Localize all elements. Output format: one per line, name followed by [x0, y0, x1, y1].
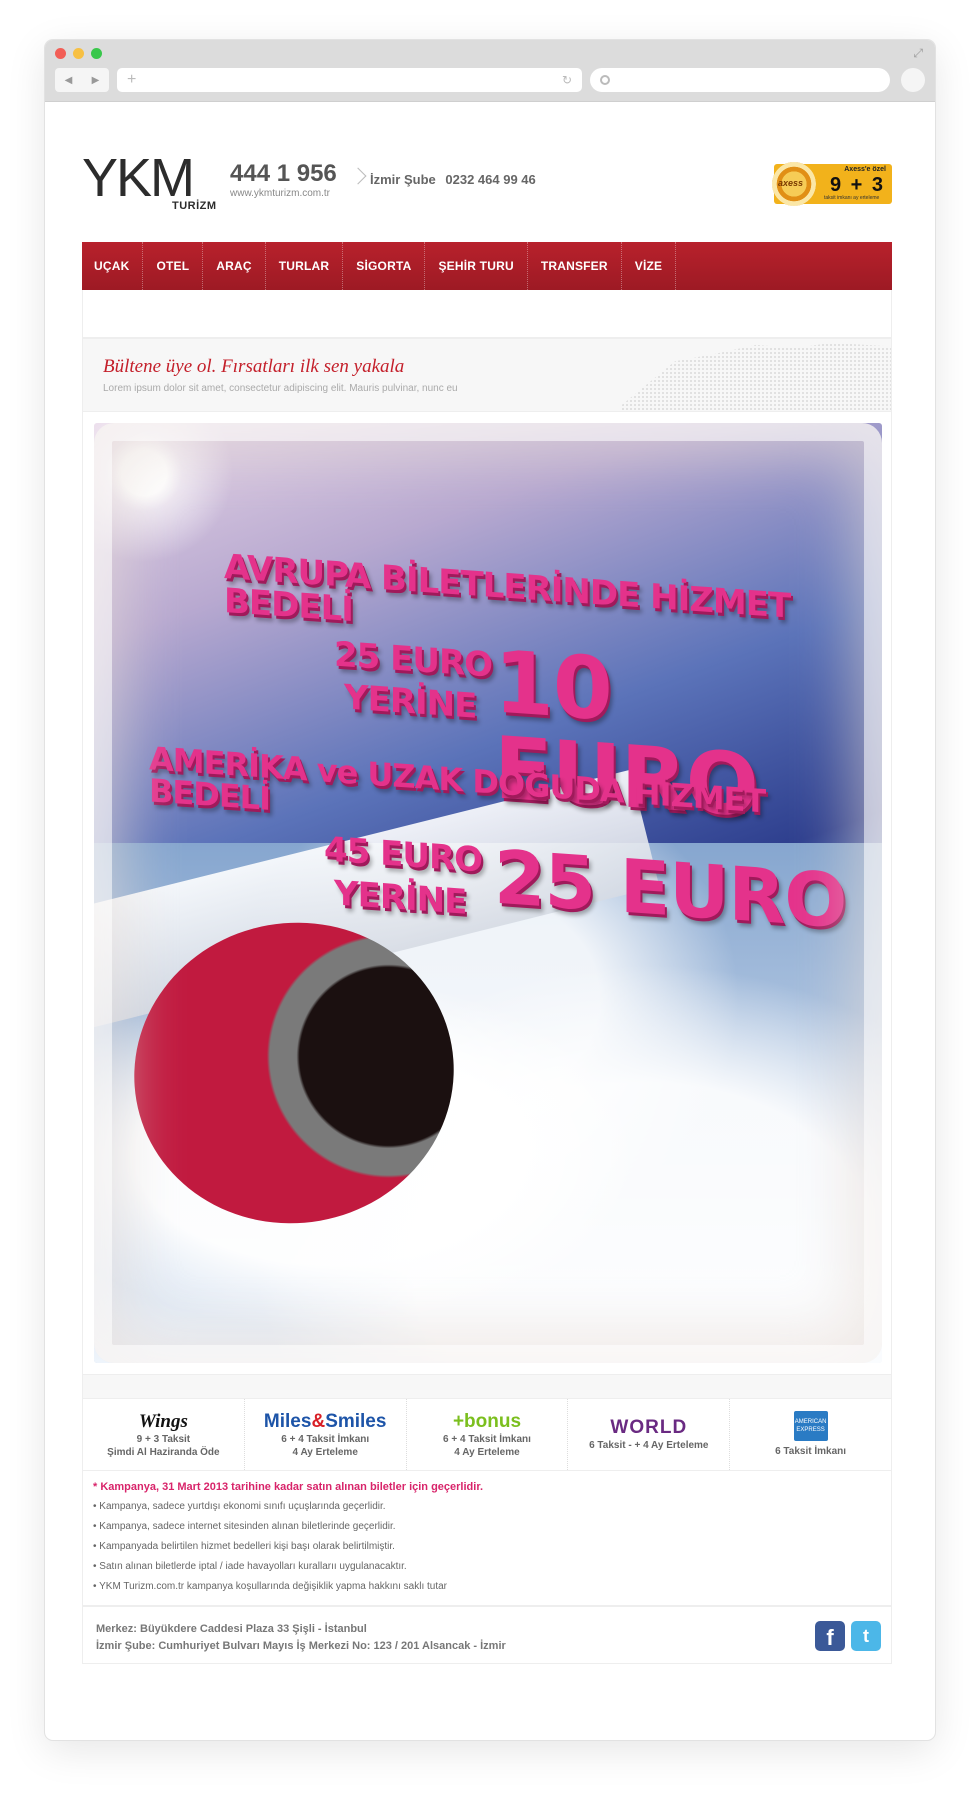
card-amex[interactable]: AMERICAN EXPRESS 6 Taksit İmkanı	[730, 1399, 891, 1470]
footer-address: Merkez: Büyükdere Caddesi Plaza 33 Şişli…	[96, 1621, 506, 1655]
address-bar[interactable]: + ↻	[117, 68, 582, 92]
nav-item-sehir-turu[interactable]: ŞEHİR TURU	[425, 242, 528, 290]
branch-label: İzmir Şube	[370, 172, 436, 187]
nav-item-turlar[interactable]: TURLAR	[266, 242, 344, 290]
facebook-icon[interactable]: f	[815, 1621, 845, 1651]
terms-lead: * Kampanya, 31 Mart 2013 tarihine kadar …	[93, 1481, 484, 1493]
footer: Merkez: Büyükdere Caddesi Plaza 33 Şişli…	[82, 1606, 892, 1664]
section-divider	[82, 1375, 892, 1399]
newsletter-banner[interactable]: Bültene üye ol. Fırsatları ilk sen yakal…	[82, 338, 892, 412]
world-logo: WORLD	[610, 1417, 688, 1438]
newsletter-title: Bültene üye ol. Fırsatları ilk sen yakal…	[103, 356, 405, 377]
empty-bar	[82, 290, 892, 338]
axess-logo-icon: axess	[772, 162, 816, 206]
maximize-window-button[interactable]	[91, 48, 102, 59]
logo-subtext: TURİZM	[172, 200, 217, 212]
card-offer-line: 4 Ay Erteleme	[292, 1446, 358, 1458]
card-offer-line: 9 + 3 Taksit	[136, 1433, 191, 1445]
amex-logo-icon: AMERICAN EXPRESS	[793, 1411, 828, 1441]
ykm-logo[interactable]: YKM TURİZM	[82, 148, 222, 212]
forward-arrow-icon[interactable]: ▶	[92, 75, 100, 86]
axess-brand: axess	[778, 178, 804, 188]
close-window-button[interactable]	[55, 48, 66, 59]
campaign-hero-image[interactable]: AVRUPA BİLETLERİNDE HİZMET BEDELİ 25 EUR…	[94, 423, 882, 1363]
reload-icon[interactable]: ↻	[562, 73, 572, 87]
address-hq: Merkez: Büyükdere Caddesi Plaza 33 Şişli…	[96, 1623, 367, 1635]
card-offers: Wings 9 + 3 Taksit Şimdi Al Haziranda Öd…	[82, 1399, 892, 1471]
terms-item: • YKM Turizm.com.tr kampanya koşullarınd…	[93, 1581, 448, 1592]
header: YKM TURİZM 444 1 956 www.ykmturizm.com.t…	[82, 102, 892, 242]
browser-window: ⤢ ◀ ▶ + ↻ YKM TURİZM 444 1 956 www.ykmtu…	[45, 40, 935, 1740]
world-map-decoration	[621, 342, 891, 411]
amp-text: &	[311, 1410, 326, 1432]
card-bonus[interactable]: +bonus 6 + 4 Taksit İmkanı 4 Ay Erteleme	[407, 1399, 569, 1470]
email-page: YKM TURİZM 444 1 956 www.ykmturizm.com.t…	[82, 102, 892, 1664]
card-offer-line: 6 Taksit İmkanı	[775, 1446, 847, 1457]
branch-info: İzmir Şube 0232 464 99 46	[370, 172, 536, 187]
phone-number: 444 1 956	[230, 160, 337, 187]
axess-badge[interactable]: axess Axess'e özel 9 + 3 taksit imkanı a…	[772, 162, 892, 206]
card-miles-smiles[interactable]: Miles&Smiles 6 + 4 Taksit İmkanı 4 Ay Er…	[245, 1399, 407, 1470]
nav-item-transfer[interactable]: TRANSFER	[528, 242, 622, 290]
newsletter-subtitle: Lorem ipsum dolor sit amet, consectetur …	[103, 383, 458, 394]
address-izmir: İzmir Şube: Cumhuriyet Bulvarı Mayıs İş …	[96, 1640, 506, 1652]
miles-smiles-logo: Miles&Smiles	[264, 1411, 387, 1433]
website-link[interactable]: www.ykmturizm.com.tr	[230, 188, 330, 199]
card-offer-line: 6 + 4 Taksit İmkanı	[281, 1433, 370, 1445]
history-buttons: ◀ ▶	[55, 68, 109, 92]
search-icon	[600, 75, 610, 85]
axess-small: taksit imkanı ay erteleme	[824, 195, 880, 201]
axess-title: Axess'e özel	[844, 166, 886, 173]
card-world[interactable]: WORLD 6 Taksit - + 4 Ay Erteleme	[568, 1399, 731, 1470]
nav-item-arac[interactable]: ARAÇ	[203, 242, 266, 290]
back-arrow-icon[interactable]: ◀	[65, 75, 73, 86]
extension-button[interactable]	[901, 68, 925, 92]
new-tab-plus-icon[interactable]: +	[127, 71, 136, 89]
card-offer-line: 4 Ay Erteleme	[454, 1446, 520, 1458]
branch-phone: 0232 464 99 46	[445, 172, 536, 187]
twitter-icon[interactable]: t	[851, 1621, 881, 1651]
fullscreen-icon[interactable]: ⤢	[913, 46, 923, 61]
terms-item: • Satın alınan biletlerde iptal / iade h…	[93, 1561, 407, 1572]
window-controls	[55, 48, 102, 59]
minimize-window-button[interactable]	[73, 48, 84, 59]
browser-chrome: ⤢ ◀ ▶ + ↻	[45, 40, 935, 102]
terms-item: • Kampanyada belirtilen hizmet bedelleri…	[93, 1541, 395, 1552]
axess-offer: 9 + 3	[830, 174, 886, 196]
nav-item-otel[interactable]: OTEL	[143, 242, 204, 290]
hero-container: AVRUPA BİLETLERİNDE HİZMET BEDELİ 25 EUR…	[82, 412, 892, 1375]
search-bar[interactable]	[590, 68, 890, 92]
card-offer-line: 6 Taksit - + 4 Ay Erteleme	[589, 1440, 709, 1451]
card-wings[interactable]: Wings 9 + 3 Taksit Şimdi Al Haziranda Öd…	[83, 1399, 245, 1470]
wings-logo: Wings	[138, 1410, 188, 1432]
airplane-window-frame	[94, 423, 882, 1363]
campaign-terms: * Kampanya, 31 Mart 2013 tarihine kadar …	[82, 1471, 892, 1606]
bonus-logo: +bonus	[452, 1410, 522, 1432]
terms-item: • Kampanya, sadece internet sitesinden a…	[93, 1521, 396, 1532]
logo-text: YKM	[82, 148, 195, 208]
terms-item: • Kampanya, sadece yurtdışı ekonomi sını…	[93, 1501, 386, 1512]
nav-item-ucak[interactable]: UÇAK	[82, 242, 144, 290]
nav-item-sigorta[interactable]: SİGORTA	[343, 242, 426, 290]
main-nav: UÇAK OTEL ARAÇ TURLAR SİGORTA ŞEHİR TURU…	[82, 242, 892, 290]
miles-text: Miles	[263, 1410, 312, 1432]
chevron-right-icon	[349, 167, 367, 185]
smiles-text: Smiles	[325, 1410, 387, 1432]
card-offer-line: 6 + 4 Taksit İmkanı	[443, 1433, 531, 1445]
card-offer-line: Şimdi Al Haziranda Öde	[107, 1446, 220, 1458]
nav-item-vize[interactable]: VİZE	[622, 242, 677, 290]
